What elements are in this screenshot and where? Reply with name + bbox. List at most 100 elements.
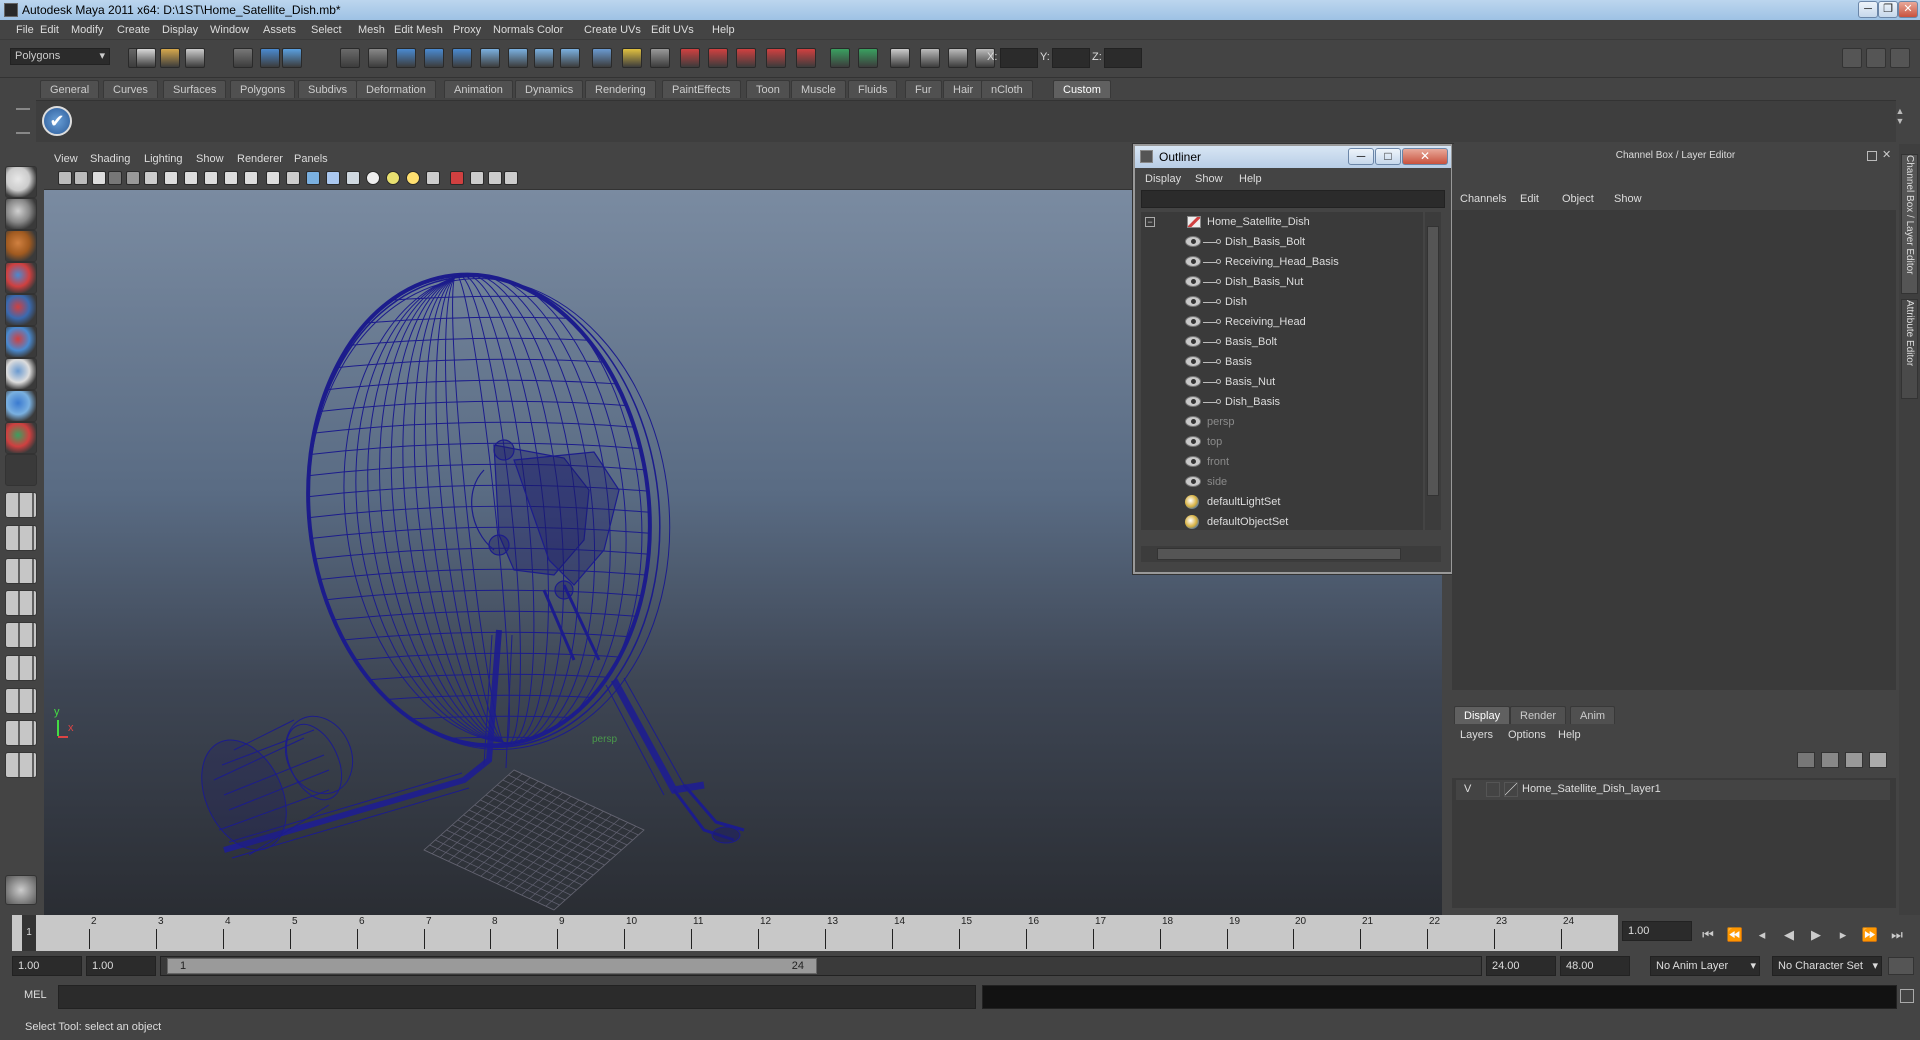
viewport-menu-show[interactable]: Show <box>196 150 224 168</box>
go-to-start-icon[interactable]: ⏮ <box>1698 925 1718 945</box>
menu-edit-uvs[interactable]: Edit UVs <box>651 20 694 40</box>
collapse-toggle-icon[interactable]: − <box>1145 217 1155 227</box>
film-gate-icon[interactable] <box>164 171 178 185</box>
shelf-menu-icon[interactable] <box>16 108 30 134</box>
outliner-menu-help[interactable]: Help <box>1239 170 1262 188</box>
shelf-tab-general[interactable]: General <box>40 80 100 98</box>
menu-normals[interactable]: Normals <box>493 20 534 40</box>
outliner-item-defaultlightset[interactable]: defaultLightSet <box>1141 492 1441 512</box>
ipr-icon[interactable] <box>560 48 580 68</box>
menu-edit[interactable]: Edit <box>40 20 59 40</box>
shelf-tab-fur[interactable]: Fur <box>905 80 942 98</box>
shelf-tab-muscle[interactable]: Muscle <box>791 80 846 98</box>
range-slider-bar[interactable]: 1 24 <box>167 958 817 974</box>
four-view-layout-icon[interactable] <box>5 525 37 551</box>
channelbox-menu-edit[interactable]: Edit <box>1520 190 1539 208</box>
gate-mask-icon[interactable] <box>204 171 218 185</box>
outliner-item-persp[interactable]: persp <box>1141 412 1441 432</box>
resolution-gate-icon[interactable] <box>184 171 198 185</box>
shelf-tab-painteffects[interactable]: PaintEffects <box>662 80 741 98</box>
outliner-menu-display[interactable]: Display <box>1145 170 1181 188</box>
menu-proxy[interactable]: Proxy <box>453 20 481 40</box>
universal-manipulator-icon[interactable] <box>5 358 37 390</box>
hud-icon[interactable] <box>504 171 518 185</box>
shelf-tab-custom[interactable]: Custom <box>1053 80 1111 98</box>
time-slider[interactable]: 1234567891011121314151617181920212223241… <box>0 915 1920 955</box>
anim-layer-dropdown[interactable]: No Anim Layer ▾ <box>1650 956 1760 976</box>
shelf-tab-animation[interactable]: Animation <box>444 80 513 98</box>
outliner-item-basis-bolt[interactable]: Basis_Bolt <box>1141 332 1441 352</box>
y-field[interactable] <box>1052 48 1090 68</box>
layer-visibility-toggle[interactable]: V <box>1464 783 1471 795</box>
graph-editor-layout-icon[interactable] <box>5 688 37 714</box>
shelf-tab-hair[interactable]: Hair <box>943 80 984 98</box>
outliner-item-root[interactable]: − Home_Satellite_Dish <box>1141 212 1441 232</box>
time-slider-track[interactable]: 1234567891011121314151617181920212223241 <box>12 915 1618 951</box>
shelf-tab-dynamics[interactable]: Dynamics <box>515 80 584 98</box>
xray-icon[interactable] <box>470 171 484 185</box>
tab-attribute-editor[interactable]: Attribute Editor <box>1901 299 1918 399</box>
construction-history-icon[interactable] <box>534 48 554 68</box>
menu-window[interactable]: Window <box>210 20 249 40</box>
input-ops-icon[interactable] <box>680 48 700 68</box>
use-default-light-icon[interactable] <box>386 171 400 185</box>
smooth-shade-icon[interactable] <box>306 171 320 185</box>
layer-tab-render[interactable]: Render <box>1510 706 1567 724</box>
lock-selection-icon[interactable] <box>340 48 360 68</box>
shelf-tab-subdivs[interactable]: Subdivs <box>298 80 358 98</box>
end-time-field[interactable]: 48.00 <box>1560 956 1630 976</box>
select-component-icon[interactable] <box>282 48 302 68</box>
menu-select[interactable]: Select <box>311 20 342 40</box>
outliner-hscrollbar[interactable] <box>1141 546 1441 562</box>
render-settings-2-icon[interactable] <box>948 48 968 68</box>
smooth-shade-all-icon[interactable] <box>326 171 340 185</box>
make-live-icon[interactable] <box>508 48 528 68</box>
ipr-render-icon[interactable] <box>890 48 910 68</box>
tab-channel-box[interactable]: Channel Box / Layer Editor <box>1901 154 1918 294</box>
select-tool-icon[interactable] <box>5 166 37 198</box>
channelbox-menu-show[interactable]: Show <box>1614 190 1642 208</box>
outliner-item-receiving-head[interactable]: Receiving_Head <box>1141 312 1441 332</box>
current-time-field[interactable]: 1.00 <box>1622 921 1692 941</box>
shelf-tab-polygons[interactable]: Polygons <box>230 80 296 98</box>
paint-select-tool-icon[interactable] <box>5 230 37 262</box>
shelf-tab-fluids[interactable]: Fluids <box>848 80 898 98</box>
persp-hypershade-layout-icon[interactable] <box>5 622 37 648</box>
soft-select-icon[interactable] <box>766 48 786 68</box>
single-perspective-layout-icon[interactable] <box>5 492 37 518</box>
new-scene-icon[interactable] <box>136 48 156 68</box>
shelf-tab-toon[interactable]: Toon <box>746 80 790 98</box>
character-set-dropdown[interactable]: No Character Set ▾ <box>1772 956 1882 976</box>
outliner-item-receiving-head-basis[interactable]: Receiving_Head_Basis <box>1141 252 1441 272</box>
command-input[interactable] <box>58 985 976 1009</box>
playback-start-field[interactable]: 1.00 <box>86 956 156 976</box>
outliner-item-defaultobjectset[interactable]: defaultObjectSet <box>1141 512 1441 532</box>
isolate-select-icon[interactable] <box>450 171 464 185</box>
menu-color[interactable]: Color <box>537 20 563 40</box>
outliner-minimize-button[interactable]: ─ <box>1348 148 1374 165</box>
menu-edit-mesh[interactable]: Edit Mesh <box>394 20 443 40</box>
snap-plane-icon[interactable] <box>480 48 500 68</box>
layer-menu-help[interactable]: Help <box>1558 726 1581 744</box>
shadows-icon[interactable] <box>426 171 440 185</box>
shelf-tab-deformation[interactable]: Deformation <box>356 80 436 98</box>
viewport-menu-lighting[interactable]: Lighting <box>144 150 183 168</box>
viewport-menu-shading[interactable]: Shading <box>90 150 130 168</box>
animation-prefs-icon[interactable] <box>1888 957 1914 975</box>
close-button[interactable]: ✕ <box>1898 1 1918 18</box>
persp-graph-layout-icon[interactable] <box>5 590 37 616</box>
show-channel-box-icon[interactable] <box>1890 48 1910 68</box>
menu-help[interactable]: Help <box>712 20 735 40</box>
scale-tool-icon[interactable] <box>5 326 37 358</box>
step-back-key-icon[interactable]: ⏪ <box>1725 925 1745 945</box>
select-object-icon[interactable] <box>260 48 280 68</box>
z-field[interactable] <box>1104 48 1142 68</box>
xray-joints-icon[interactable] <box>488 171 502 185</box>
snapshot-icon[interactable] <box>650 48 670 68</box>
start-time-field[interactable]: 1.00 <box>12 956 82 976</box>
render-settings-icon[interactable] <box>592 48 612 68</box>
outliner-filter-field[interactable] <box>1141 190 1445 208</box>
outliner-item-basis-nut[interactable]: Basis_Nut <box>1141 372 1441 392</box>
render-current-icon[interactable] <box>858 48 878 68</box>
show-attribute-editor-icon[interactable] <box>1842 48 1862 68</box>
